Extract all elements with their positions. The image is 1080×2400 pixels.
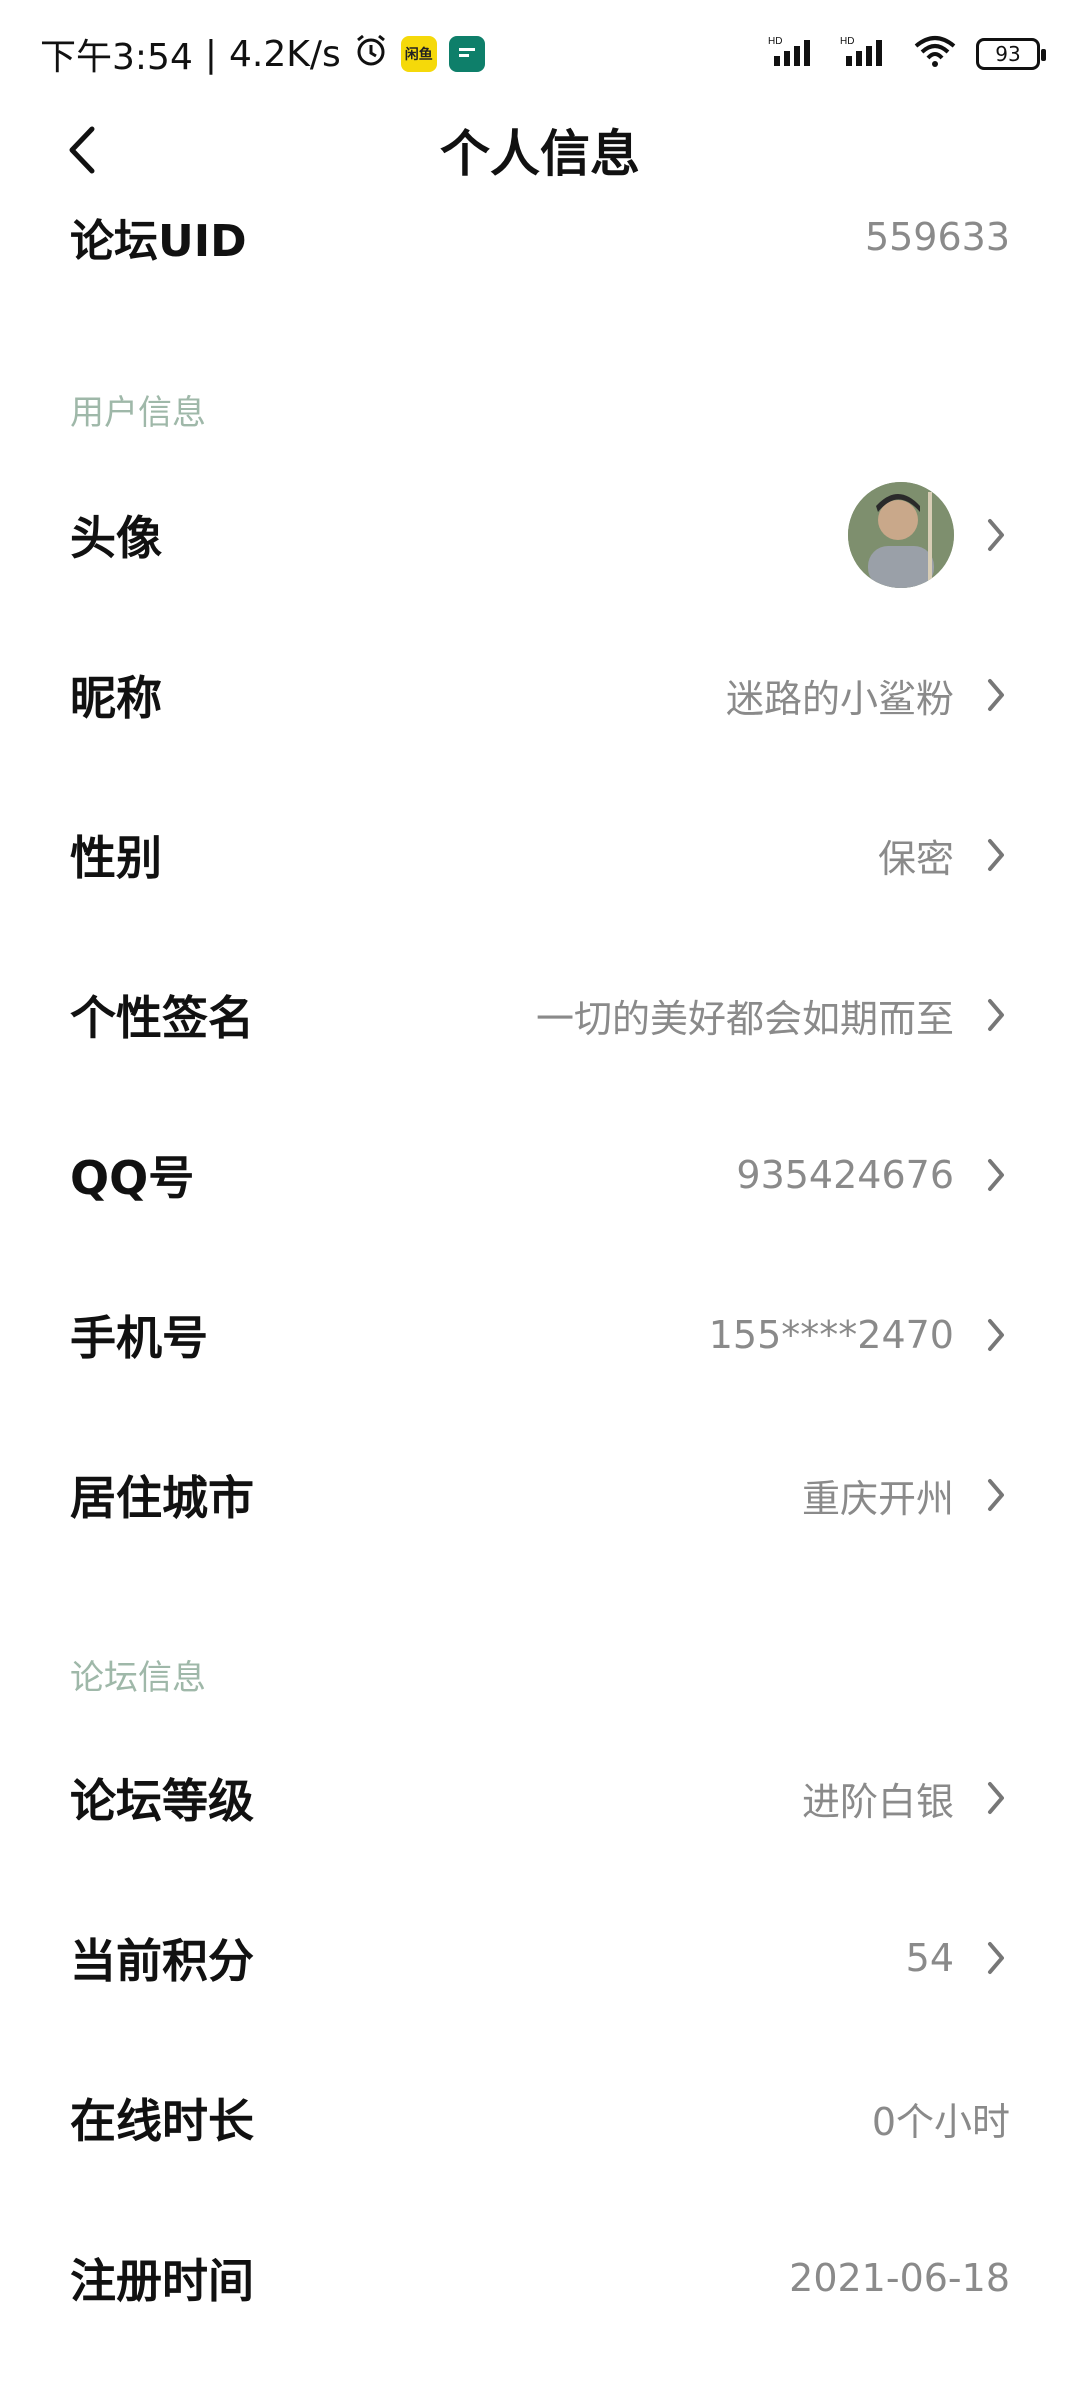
status-left: 下午3:54 | 4.2K/s 闲鱼	[40, 28, 485, 80]
chevron-right-icon	[982, 1936, 1010, 1980]
chevron-right-icon	[982, 1153, 1010, 1197]
battery-icon: 93	[976, 38, 1046, 70]
row-city-value: 重庆开州	[801, 1476, 954, 1521]
alarm-icon	[353, 32, 389, 77]
avatar	[848, 482, 954, 588]
row-online-time-label: 在线时长	[70, 2094, 254, 2148]
notes-app-icon	[448, 36, 485, 72]
signal-icon-1: HD	[768, 34, 822, 74]
row-qq-label: QQ号	[70, 1151, 195, 1205]
chevron-right-icon	[982, 513, 1010, 557]
section-header-user-info: 用户信息	[70, 393, 206, 433]
status-bar: 下午3:54 | 4.2K/s 闲鱼 HD HD 93	[0, 0, 1080, 108]
row-register-time-value: 2021-06-18	[789, 2256, 1010, 2300]
row-avatar[interactable]: 头像	[0, 455, 1080, 615]
row-forum-level-value: 进阶白银	[801, 1779, 954, 1824]
row-gender-value: 保密	[877, 836, 954, 881]
row-nickname-label: 昵称	[70, 671, 162, 725]
row-qq-right: 935424676	[736, 1153, 1010, 1197]
section-header-forum-info: 论坛信息	[70, 1658, 206, 1698]
forum-uid-row: 论坛UID 559633	[0, 175, 1080, 285]
chevron-right-icon	[982, 1313, 1010, 1357]
row-phone-label: 手机号	[70, 1311, 208, 1365]
row-signature[interactable]: 个性签名 一切的美好都会如期而至	[0, 935, 1080, 1095]
chevron-left-icon	[69, 126, 95, 174]
row-qq-value: 935424676	[736, 1153, 954, 1197]
page: 下午3:54 | 4.2K/s 闲鱼 HD HD 93 个人信息 论坛UID 5…	[0, 0, 1080, 2400]
battery-level: 93	[995, 42, 1021, 66]
row-forum-level[interactable]: 论坛等级 进阶白银	[0, 1718, 1080, 1878]
back-button[interactable]	[50, 118, 114, 182]
row-points-label: 当前积分	[70, 1934, 254, 1988]
row-points-value: 54	[905, 1936, 954, 1980]
chevron-right-icon	[982, 993, 1010, 1037]
signal-icon-2: HD	[840, 34, 894, 74]
svg-text:HD: HD	[768, 36, 782, 47]
network-speed: 4.2K/s	[228, 33, 341, 75]
row-gender[interactable]: 性别 保密	[0, 775, 1080, 935]
row-signature-right: 一切的美好都会如期而至	[536, 988, 1010, 1043]
row-city-right: 重庆开州	[802, 1468, 1010, 1523]
status-right: HD HD 93	[768, 34, 1046, 74]
row-city[interactable]: 居住城市 重庆开州	[0, 1415, 1080, 1575]
row-phone-value: 155****2470	[708, 1313, 954, 1357]
row-nickname-right: 迷路的小鲨粉	[726, 668, 1010, 723]
chevron-right-icon	[982, 1776, 1010, 1820]
row-gender-right: 保密	[878, 828, 1010, 883]
row-register-time-label: 注册时间	[70, 2254, 254, 2308]
forum-uid-row-inner: 论坛UID 559633	[70, 205, 1010, 269]
wifi-icon	[912, 34, 958, 74]
row-online-time: 在线时长 0个小时	[0, 2038, 1080, 2198]
row-avatar-label: 头像	[70, 511, 162, 565]
chevron-right-icon	[982, 833, 1010, 877]
row-city-label: 居住城市	[70, 1471, 254, 1525]
chevron-right-icon	[982, 673, 1010, 717]
row-points[interactable]: 当前积分 54	[0, 1878, 1080, 2038]
row-gender-label: 性别	[70, 831, 162, 885]
status-separator: |	[204, 33, 217, 75]
forum-uid-value: 559633	[864, 215, 1010, 259]
row-signature-label: 个性签名	[70, 991, 254, 1045]
row-phone[interactable]: 手机号 155****2470	[0, 1255, 1080, 1415]
row-phone-right: 155****2470	[709, 1313, 1010, 1357]
chevron-right-icon	[982, 1473, 1010, 1517]
row-nickname[interactable]: 昵称 迷路的小鲨粉	[0, 615, 1080, 775]
row-online-time-value: 0个小时	[871, 2099, 1010, 2144]
xianyu-app-icon: 闲鱼	[400, 36, 437, 72]
row-register-time: 注册时间 2021-06-18	[0, 2198, 1080, 2358]
row-avatar-right	[848, 482, 1010, 588]
svg-text:HD: HD	[840, 36, 854, 47]
row-qq[interactable]: QQ号 935424676	[0, 1095, 1080, 1255]
row-online-time-right: 0个小时	[872, 2091, 1010, 2146]
row-forum-level-right: 进阶白银	[802, 1771, 1010, 1826]
row-nickname-value: 迷路的小鲨粉	[725, 676, 954, 721]
row-forum-level-label: 论坛等级	[70, 1774, 254, 1828]
status-time: 下午3:54	[40, 37, 193, 78]
avatar-image	[848, 482, 954, 588]
row-points-right: 54	[906, 1936, 1010, 1980]
row-signature-value: 一切的美好都会如期而至	[535, 996, 954, 1041]
forum-uid-label: 论坛UID	[70, 216, 247, 267]
row-register-time-right: 2021-06-18	[789, 2256, 1010, 2300]
